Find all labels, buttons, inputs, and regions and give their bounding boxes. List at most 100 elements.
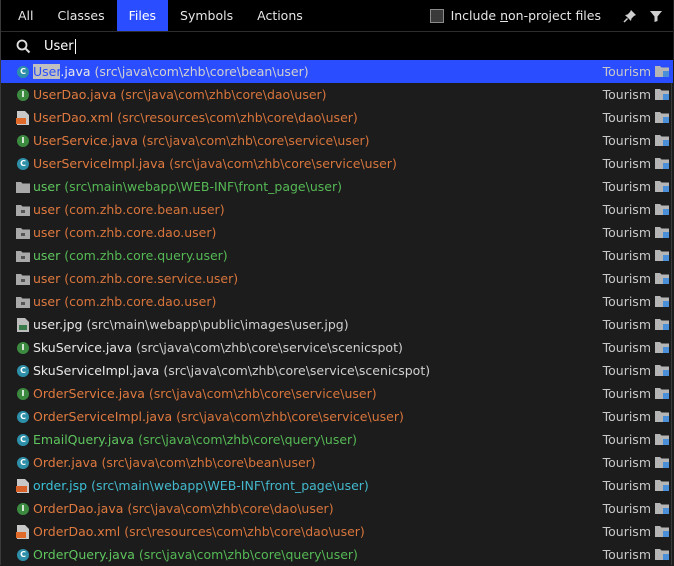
search-query: User	[44, 38, 74, 54]
include-non-project-option[interactable]: Include n on-project files	[429, 0, 601, 31]
search-bar: User	[1, 31, 673, 60]
result-row[interactable]: I OrderDao.java (src\java\com\zhb\core\dao…	[1, 497, 673, 520]
result-name-text: SkuServiceImpl.java	[33, 363, 160, 378]
result-path: (src\main\webapp\WEB-INF\front_page\user…	[64, 179, 342, 194]
result-row[interactable]: user (com.zhb.core.dao.user) Tourism	[1, 290, 673, 313]
module-folder-icon	[655, 111, 669, 123]
result-row[interactable]: UserDao.xml (src\resources\com\zhb\core\d…	[1, 106, 673, 129]
xml-file-icon	[16, 110, 30, 125]
tab-all[interactable]: All	[1, 0, 46, 31]
result-name-text: UserService.java	[33, 133, 138, 148]
result-name-text: order.jsp	[33, 478, 88, 493]
result-module: Tourism	[602, 455, 651, 470]
result-path: (src\resources\com\zhb\core\dao\user)	[117, 110, 358, 125]
class-file-icon: C	[16, 410, 30, 424]
result-row[interactable]: user (com.zhb.core.query.user) Tourism	[1, 244, 673, 267]
result-name-text: OrderDao.java	[33, 501, 124, 516]
result-module: Tourism	[602, 501, 651, 516]
result-name: OrderServiceImpl.java	[33, 409, 172, 424]
result-row[interactable]: user (com.zhb.core.service.user) Tourism	[1, 267, 673, 290]
result-row[interactable]: C EmailQuery.java (src\java\com\zhb\core\q…	[1, 428, 673, 451]
class-file-icon: C	[16, 433, 30, 447]
tab-classes[interactable]: Classes	[46, 0, 117, 31]
interface-file-icon: I	[16, 341, 30, 355]
result-name-text: EmailQuery.java	[33, 432, 135, 447]
result-row[interactable]: I UserService.java (src\java\com\zhb\core\…	[1, 129, 673, 152]
result-row[interactable]: OrderDao.xml (src\resources\com\zhb\core\…	[1, 520, 673, 543]
result-name-text: user	[33, 202, 61, 217]
result-module: Tourism	[602, 340, 651, 355]
module-folder-icon	[655, 525, 669, 537]
result-row[interactable]: user (src\main\webapp\WEB-INF\front_page\…	[1, 175, 673, 198]
result-row[interactable]: C User.java (src\java\com\zhb\core\bean\us…	[1, 60, 673, 83]
result-row[interactable]: user (com.zhb.core.dao.user) Tourism	[1, 221, 673, 244]
interface-file-icon: I	[16, 387, 30, 401]
module-folder-icon	[655, 364, 669, 376]
result-row[interactable]: C UserServiceImpl.java (src\java\com\zhb\c…	[1, 152, 673, 175]
result-name: User.java	[33, 64, 91, 79]
package-file-icon	[16, 203, 30, 217]
module-folder-icon	[655, 203, 669, 215]
result-module: Tourism	[602, 179, 651, 194]
class-file-icon: C	[16, 65, 30, 79]
result-path: (src\main\webapp\public\images\user.jpg)	[86, 317, 349, 332]
pin-icon[interactable]	[617, 0, 643, 31]
tab-bar: All Classes Files Symbols Actions Includ…	[1, 0, 673, 31]
result-path: (src\java\com\zhb\core\bean\user)	[101, 455, 316, 470]
interface-file-icon: I	[16, 502, 30, 516]
result-row[interactable]: order.jsp (src\main\webapp\WEB-INF\front_…	[1, 474, 673, 497]
search-icon	[16, 39, 36, 54]
result-name-text: Order.java	[33, 455, 98, 470]
module-folder-icon	[655, 318, 669, 330]
tab-spacer	[315, 0, 430, 31]
tab-files[interactable]: Files	[116, 0, 169, 31]
result-module: Tourism	[602, 87, 651, 102]
result-module: Tourism	[602, 409, 651, 424]
result-module: Tourism	[602, 225, 651, 240]
package-file-icon	[16, 249, 30, 263]
result-row[interactable]: I UserDao.java (src\java\com\zhb\core\dao\…	[1, 83, 673, 106]
result-path: (src\java\com\zhb\core\dao\user)	[127, 501, 334, 516]
result-row[interactable]: C SkuServiceImpl.java (src\java\com\zhb\co…	[1, 359, 673, 382]
result-path: (src\java\com\zhb\core\service\user)	[141, 133, 370, 148]
result-module: Tourism	[602, 248, 651, 263]
result-row[interactable]: user.jpg (src\main\webapp\public\images\u…	[1, 313, 673, 336]
result-name-text: .java	[60, 64, 91, 79]
result-module: Tourism	[602, 202, 651, 217]
result-module: Tourism	[602, 432, 651, 447]
result-path: (src\java\com\zhb\core\service\user)	[176, 409, 404, 424]
include-non-project-checkbox[interactable]	[429, 8, 444, 23]
result-row[interactable]: C OrderServiceImpl.java (src\java\com\zhb\…	[1, 405, 673, 428]
module-folder-icon	[655, 226, 669, 238]
result-module: Tourism	[602, 478, 651, 493]
result-name: EmailQuery.java	[33, 432, 134, 447]
search-input[interactable]: User	[44, 38, 76, 54]
tab-symbols[interactable]: Symbols	[168, 0, 245, 31]
result-path: (src\java\com\zhb\core\service\user)	[148, 386, 377, 401]
result-row[interactable]: I OrderService.java (src\java\com\zhb\core…	[1, 382, 673, 405]
result-path: (com.zhb.core.dao.user)	[64, 225, 217, 240]
result-path: (src\java\com\zhb\core\service\scenicspo…	[136, 340, 403, 355]
result-name: OrderQuery.java	[33, 547, 135, 562]
result-path: (com.zhb.core.service.user)	[64, 271, 239, 286]
result-row[interactable]: user (com.zhb.core.bean.user) Tourism	[1, 198, 673, 221]
result-module: Tourism	[602, 156, 651, 171]
result-row[interactable]: C OrderQuery.java (src\java\com\zhb\core\q…	[1, 543, 673, 566]
result-name: OrderDao.xml	[33, 524, 120, 539]
module-folder-icon	[655, 134, 669, 146]
result-name-text: UserDao.xml	[33, 110, 114, 125]
filter-icon[interactable]	[643, 0, 669, 31]
tab-actions[interactable]: Actions	[245, 0, 315, 31]
result-module: Tourism	[602, 363, 651, 378]
module-folder-icon	[655, 341, 669, 353]
result-module: Tourism	[602, 386, 651, 401]
result-row[interactable]: C Order.java (src\java\com\zhb\core\bean\u…	[1, 451, 673, 474]
result-row[interactable]: I SkuService.java (src\java\com\zhb\core\s…	[1, 336, 673, 359]
result-name: order.jsp	[33, 478, 87, 493]
include-label-prefix: Include	[450, 8, 501, 23]
result-path: (src\java\com\zhb\core\dao\user)	[120, 87, 327, 102]
package-file-icon	[16, 226, 30, 240]
result-module: Tourism	[602, 294, 651, 309]
result-name: user	[33, 179, 60, 194]
class-file-icon: C	[16, 157, 30, 171]
